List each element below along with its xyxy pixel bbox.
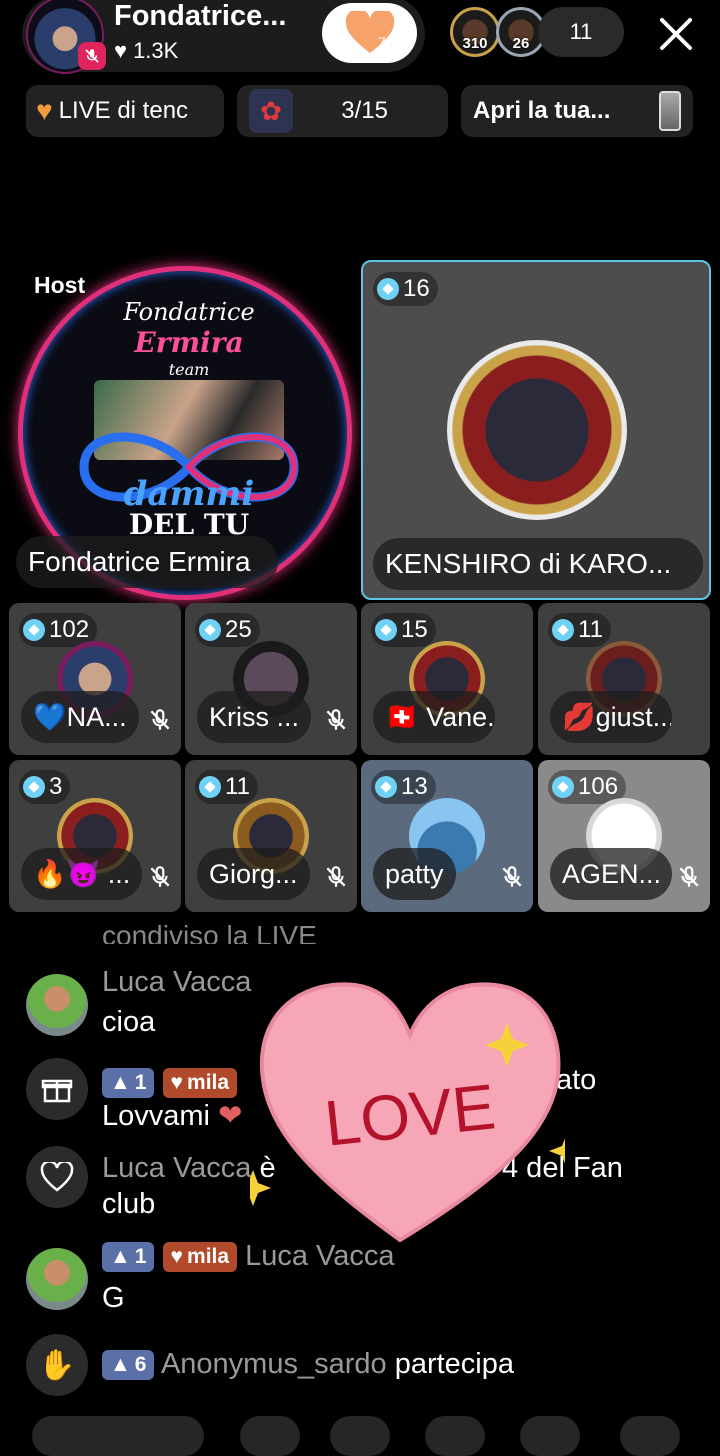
guest-name-label: KENSHIRO di KARO... xyxy=(373,538,703,590)
chat-avatar[interactable] xyxy=(26,974,88,1036)
level-badge: ▲ 6 xyxy=(102,1350,155,1381)
live-ranking-pill[interactable]: ♥ LIVE di tenc xyxy=(26,85,224,137)
guest-tile[interactable]: 25 Kriss ... xyxy=(185,603,357,755)
svg-text:7: 7 xyxy=(378,34,386,50)
sparkle-icon xyxy=(549,1138,565,1164)
gift-icon xyxy=(26,1058,88,1120)
bottom-action-button[interactable] xyxy=(425,1416,485,1456)
guest-tile[interactable]: 13 patty xyxy=(361,760,533,912)
chat-join-row: ▲ 6 Anonymus_sardo partecipa xyxy=(102,1348,514,1381)
diamond-icon xyxy=(375,619,397,641)
mic-off-icon xyxy=(321,862,351,892)
comment-input[interactable] xyxy=(32,1416,204,1456)
mic-muted-icon xyxy=(78,42,106,70)
triangle-icon: ▲ xyxy=(110,1071,131,1095)
guest-name-label: Giorg... xyxy=(197,848,310,900)
level-badge: ▲ 1 xyxy=(102,1242,155,1273)
guest-avatar xyxy=(447,340,627,520)
fanclub-heart-icon xyxy=(26,1146,88,1208)
chat-message: club xyxy=(102,1188,156,1220)
guest-score-badge: 25 xyxy=(195,613,260,647)
host-role-label: Host xyxy=(34,272,86,298)
bottom-action-button[interactable] xyxy=(520,1416,580,1456)
guest-tile[interactable]: 3 🔥😈 ... xyxy=(9,760,181,912)
bottom-action-button[interactable] xyxy=(620,1416,680,1456)
guest-score-badge: 16 xyxy=(373,272,438,306)
top-viewer-avatar-1[interactable]: 310 xyxy=(450,7,500,57)
guest-score-badge: 13 xyxy=(371,770,436,804)
fan-badge: ♥ mila xyxy=(162,1068,238,1099)
diamond-icon xyxy=(199,776,221,798)
mic-off-icon xyxy=(674,862,704,892)
gift-goal-pill[interactable]: ✿ 3/15 xyxy=(237,85,448,137)
chat-faded-line: condiviso la LIVE xyxy=(102,920,317,944)
diamond-icon xyxy=(375,776,397,798)
chat-message: cioa xyxy=(102,1006,156,1038)
chat-gift-row: ▲ 1 ♥ mila xyxy=(102,1066,238,1099)
rose-icon: ✿ xyxy=(249,89,293,133)
bottom-action-button[interactable] xyxy=(240,1416,300,1456)
fan-badge: ♥ mila xyxy=(162,1242,238,1273)
triangle-icon: ▲ xyxy=(110,1353,131,1377)
guest-score-badge: 11 xyxy=(548,613,611,647)
mic-off-icon xyxy=(145,862,175,892)
level-badge: ▲ 1 xyxy=(102,1068,155,1099)
phone-icon xyxy=(659,91,681,131)
mic-off-icon xyxy=(145,705,175,735)
heart-icon: ♥ xyxy=(114,38,128,63)
chat-message: Lovvami ❤ xyxy=(102,1100,243,1132)
wave-hand-icon: ✋ xyxy=(26,1334,88,1396)
viewer-count[interactable]: 11 xyxy=(538,7,624,57)
orange-heart-icon: 7 xyxy=(345,11,394,53)
host-name-label: Fondatrice Ermira xyxy=(16,536,278,588)
guest-name-label: 🇨🇭 Vane... xyxy=(373,691,495,743)
guest-score-badge: 11 xyxy=(195,770,258,804)
guest-tile[interactable]: 11 💋giust... xyxy=(538,603,710,755)
guest-tile[interactable]: 11 Giorg... xyxy=(185,760,357,912)
guest-name-label: 💙NA... xyxy=(21,691,139,743)
diamond-icon xyxy=(552,619,574,641)
chat-username[interactable]: Luca Vacca xyxy=(102,966,251,999)
close-icon xyxy=(660,18,692,50)
guest-name-label: 🔥😈 ... xyxy=(21,848,143,900)
guest-name-label: Kriss ... xyxy=(197,691,312,743)
close-button[interactable] xyxy=(650,8,702,60)
guest-score-badge: 15 xyxy=(371,613,436,647)
heart-shield-icon: ♥ xyxy=(170,1071,184,1095)
host-name: Fondatrice... xyxy=(114,0,287,32)
mic-off-icon xyxy=(497,862,527,892)
host-tile[interactable]: Fondatrice Ermira team dammi DEL TU Host… xyxy=(14,262,354,600)
guest-tile[interactable]: 102 💙NA... xyxy=(9,603,181,755)
chat-avatar[interactable] xyxy=(26,1248,88,1310)
broken-heart-icon: ♥ xyxy=(36,95,53,126)
diamond-icon xyxy=(552,776,574,798)
heart-shield-icon: ♥ xyxy=(170,1245,184,1269)
open-promo-pill[interactable]: Apri la tua... xyxy=(461,85,693,137)
follow-button[interactable]: 7 xyxy=(322,3,417,63)
diamond-icon xyxy=(377,278,399,300)
mic-off-icon xyxy=(321,705,351,735)
diamond-icon xyxy=(23,776,45,798)
guest-score-badge: 3 xyxy=(19,770,71,804)
guest-name-label: AGEN... xyxy=(550,848,672,900)
diamond-icon xyxy=(199,619,221,641)
sparkle-icon xyxy=(250,1170,271,1206)
likes-count: 1.3K xyxy=(133,38,179,63)
guest-main-tile[interactable]: 16 KENSHIRO di KARO... xyxy=(361,260,711,600)
love-heart-animation: LOVE xyxy=(250,982,565,1243)
chat-message: G xyxy=(102,1282,125,1314)
triangle-icon: ▲ xyxy=(110,1245,131,1269)
guest-tile[interactable]: 15 🇨🇭 Vane... xyxy=(361,603,533,755)
guest-name-label: 💋giust... xyxy=(550,691,672,743)
heart-gift-icon: ❤ xyxy=(218,1100,243,1132)
diamond-icon xyxy=(23,619,45,641)
host-likes: ♥ 1.3K xyxy=(114,38,178,64)
guest-tile[interactable]: 106 AGEN... xyxy=(538,760,710,912)
guest-name-label: patty xyxy=(373,848,456,900)
bottom-action-button[interactable] xyxy=(330,1416,390,1456)
chat-username[interactable]: Anonymus_sardo xyxy=(161,1348,387,1380)
